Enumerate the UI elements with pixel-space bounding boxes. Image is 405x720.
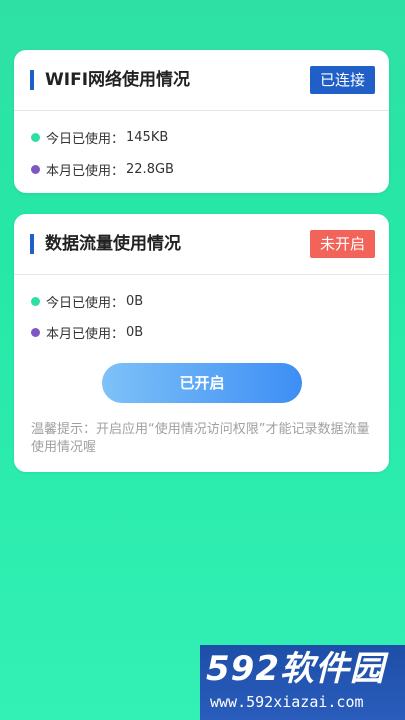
wifi-month-label: 本月已使用： <box>46 163 125 179</box>
data-status-badge: 未开启 <box>309 230 375 258</box>
data-card-title: 数据流量使用情况 <box>45 234 181 254</box>
wifi-status-badge: 已连接 <box>309 66 375 94</box>
enable-usage-access-button[interactable]: 已开启 <box>102 363 302 403</box>
green-dot-icon <box>31 132 40 142</box>
wifi-today-label: 今日已使用： <box>46 131 125 147</box>
data-card-header: 数据流量使用情况 未开启 <box>14 214 389 275</box>
wifi-month-value: 22.8GB <box>126 161 174 177</box>
data-today-label: 今日已使用： <box>46 295 125 311</box>
title-accent-bar <box>30 234 34 254</box>
wifi-today-value: 145KB <box>126 129 169 145</box>
purple-dot-icon <box>31 327 40 337</box>
title-accent-bar <box>30 70 34 90</box>
purple-dot-icon <box>31 164 40 174</box>
wifi-usage-card: WIFI网络使用情况 已连接 今日已使用： 145KB 本月已使用： 22.8G… <box>14 50 389 193</box>
mobile-data-usage-card: 数据流量使用情况 未开启 今日已使用： 0B 本月已使用： 0B 已开启 温馨提… <box>14 214 389 472</box>
wifi-card-header: WIFI网络使用情况 已连接 <box>14 50 389 111</box>
wifi-today-usage-row: 今日已使用： 145KB <box>31 127 168 147</box>
green-dot-icon <box>31 296 40 306</box>
data-today-value: 0B <box>126 293 144 309</box>
data-month-label: 本月已使用： <box>46 326 125 342</box>
site-watermark: 592软件园 www.592xiazai.com <box>200 645 405 720</box>
wifi-month-usage-row: 本月已使用： 22.8GB <box>31 159 174 179</box>
watermark-url: www.592xiazai.com <box>210 693 364 711</box>
data-month-value: 0B <box>126 324 144 340</box>
watermark-brand: 592软件园 <box>206 649 385 689</box>
wifi-card-title: WIFI网络使用情况 <box>45 70 191 90</box>
data-month-usage-row: 本月已使用： 0B <box>31 322 143 342</box>
tip-text: 温馨提示：开启应用“使用情况访问权限”才能记录数据流量使用情况喔 <box>31 422 370 455</box>
data-today-usage-row: 今日已使用： 0B <box>31 291 143 311</box>
